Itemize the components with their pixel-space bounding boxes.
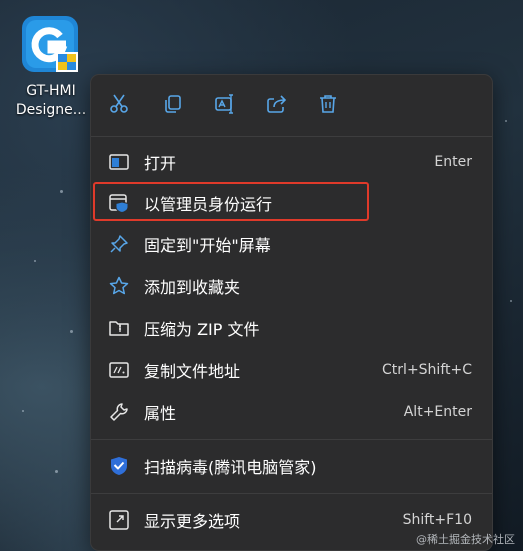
delete-button[interactable] bbox=[315, 91, 341, 117]
menu-item-open[interactable]: 打开 Enter bbox=[91, 143, 492, 181]
menu-item-add-to-favorites[interactable]: 添加到收藏夹 bbox=[91, 267, 492, 305]
context-menu: 打开 Enter 以管理员身份运行 固定到"开始"屏幕 添加到收藏夹 压缩为 Z… bbox=[90, 74, 493, 551]
open-window-icon bbox=[109, 152, 129, 172]
cut-icon bbox=[110, 94, 128, 113]
delete-icon bbox=[320, 95, 336, 113]
toolbar-divider bbox=[91, 136, 492, 137]
menu-item-label: 属性 bbox=[144, 404, 177, 423]
share-icon bbox=[267, 95, 287, 113]
gt-hmi-app-icon bbox=[20, 14, 82, 76]
highlight-box bbox=[93, 182, 369, 221]
menu-item-shortcut: Shift+F10 bbox=[402, 512, 472, 528]
menu-item-shortcut: Enter bbox=[434, 154, 472, 170]
zip-folder-icon bbox=[109, 318, 129, 338]
star-icon bbox=[109, 276, 129, 296]
more-options-icon bbox=[109, 510, 129, 530]
copy-icon bbox=[165, 95, 181, 113]
menu-divider bbox=[91, 493, 492, 494]
desktop-icon-label: GT-HMI Designe... bbox=[15, 83, 87, 118]
menu-item-label: 复制文件地址 bbox=[144, 362, 241, 381]
rename-button[interactable] bbox=[212, 91, 238, 117]
menu-item-label: 添加到收藏夹 bbox=[144, 278, 241, 297]
pin-icon bbox=[109, 234, 129, 254]
menu-item-copy-path[interactable]: 复制文件地址 Ctrl+Shift+C bbox=[91, 351, 492, 389]
menu-item-properties[interactable]: 属性 Alt+Enter bbox=[91, 393, 492, 431]
menu-item-compress-zip[interactable]: 压缩为 ZIP 文件 bbox=[91, 309, 492, 347]
menu-divider bbox=[91, 439, 492, 440]
menu-item-shortcut: Ctrl+Shift+C bbox=[382, 362, 472, 378]
menu-item-label: 打开 bbox=[144, 154, 177, 173]
wrench-icon bbox=[109, 402, 129, 422]
menu-item-label: 压缩为 ZIP 文件 bbox=[144, 320, 260, 339]
copy-button[interactable] bbox=[160, 91, 186, 117]
share-button[interactable] bbox=[264, 91, 290, 117]
desktop-shortcut-gt-hmi[interactable]: GT-HMI Designe... bbox=[10, 14, 92, 120]
menu-item-shortcut: Alt+Enter bbox=[403, 404, 472, 420]
menu-item-pin-to-start[interactable]: 固定到"开始"屏幕 bbox=[91, 225, 492, 263]
menu-item-label: 固定到"开始"屏幕 bbox=[144, 236, 271, 255]
menu-item-scan-virus[interactable]: 扫描病毒(腾讯电脑管家) bbox=[91, 447, 492, 485]
copy-path-icon bbox=[109, 360, 129, 380]
menu-item-label: 扫描病毒(腾讯电脑管家) bbox=[144, 458, 317, 477]
context-menu-toolbar bbox=[91, 75, 492, 135]
watermark: @稀土掘金技术社区 bbox=[416, 533, 515, 546]
rename-icon bbox=[215, 94, 233, 114]
tencent-shield-icon bbox=[109, 456, 129, 476]
menu-item-label: 显示更多选项 bbox=[144, 512, 241, 531]
cut-button[interactable] bbox=[106, 91, 132, 117]
